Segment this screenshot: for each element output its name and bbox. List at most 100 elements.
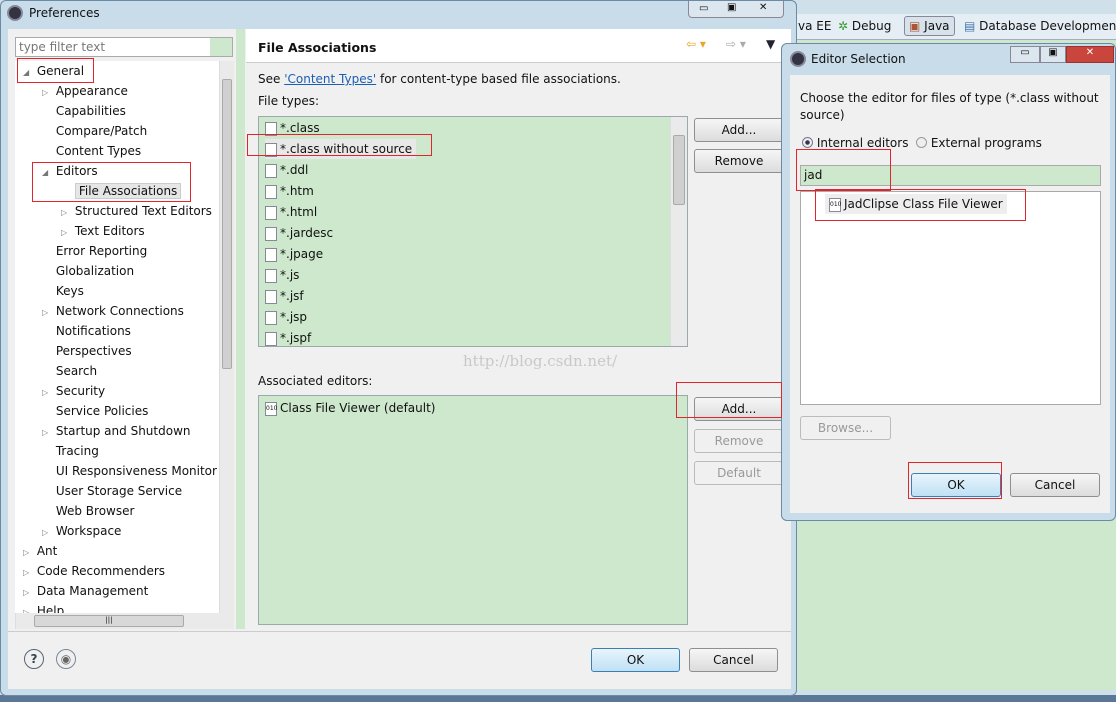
tree-item[interactable]: Globalization — [42, 261, 134, 281]
filter-input[interactable]: type filter text — [15, 37, 233, 57]
import-export-icon[interactable]: ◉ — [56, 649, 76, 669]
tree-item[interactable]: ▷ Security — [42, 381, 105, 401]
file-type-item[interactable]: *.jsp — [265, 307, 307, 327]
file-type-item[interactable]: *.jspf — [265, 328, 312, 346]
default-editor-button[interactable]: Default — [694, 461, 784, 485]
collapsed-icon[interactable]: ▷ — [42, 83, 52, 103]
tree-item[interactable]: Web Browser — [42, 501, 135, 521]
tree-item-label: Workspace — [55, 524, 122, 538]
tree-item[interactable]: ▷ Code Recommenders — [23, 561, 165, 581]
internal-editors-radio[interactable]: Internal editors — [802, 136, 908, 150]
file-type-item[interactable]: *.jsf — [265, 286, 304, 306]
browse-button[interactable]: Browse... — [800, 416, 891, 440]
collapsed-icon[interactable]: ▷ — [42, 423, 52, 443]
file-type-item[interactable]: *.jardesc — [265, 223, 333, 243]
back-icon[interactable]: ⇦ ▾ — [686, 37, 706, 51]
tree-item[interactable]: UI Responsiveness Monitor — [42, 461, 217, 481]
collapsed-icon[interactable]: ▷ — [42, 523, 52, 543]
tree-item[interactable]: Tracing — [42, 441, 99, 461]
class-file-icon: 010 — [265, 401, 277, 416]
collapsed-icon[interactable]: ▷ — [23, 563, 33, 583]
tree-item[interactable]: Error Reporting — [42, 241, 147, 261]
tree-item[interactable]: Notifications — [42, 321, 131, 341]
watermark: http://blog.csdn.net/ — [463, 352, 618, 370]
tree-item[interactable]: ▷ Text Editors — [61, 221, 145, 241]
forward-icon[interactable]: ⇨ ▾ — [726, 37, 746, 51]
sash[interactable] — [236, 29, 245, 629]
tree-item-label: User Storage Service — [55, 484, 183, 498]
add-file-type-button[interactable]: Add... — [694, 118, 784, 142]
help-icon[interactable]: ? — [24, 649, 44, 669]
editor-cancel-button[interactable]: Cancel — [1010, 473, 1100, 497]
minimize-button[interactable]: ▭ — [1010, 46, 1040, 63]
tree-item-label: Appearance — [55, 84, 128, 98]
close-button[interactable]: ✕ — [1066, 46, 1114, 63]
file-type-label: *.js — [280, 268, 300, 282]
remove-editor-button[interactable]: Remove — [694, 429, 784, 453]
file-type-label: *.jspf — [280, 331, 312, 345]
content-types-link[interactable]: 'Content Types' — [284, 72, 376, 86]
tree-item-label: Notifications — [55, 324, 131, 338]
tree-item[interactable]: ▷ Startup and Shutdown — [42, 421, 190, 441]
file-icon — [265, 163, 277, 178]
collapsed-icon[interactable]: ▷ — [42, 383, 52, 403]
perspective-javaee[interactable]: va EE — [798, 19, 831, 33]
maximize-button[interactable]: ▣ — [727, 2, 736, 13]
editor-selection-title: Editor Selection — [811, 52, 906, 66]
tree-item[interactable]: Content Types — [42, 141, 141, 161]
collapsed-icon[interactable]: ▷ — [23, 583, 33, 603]
tree-item[interactable]: ▷ Appearance — [42, 81, 128, 101]
collapsed-icon[interactable]: ▷ — [61, 223, 71, 243]
clear-filter-icon[interactable] — [210, 38, 232, 56]
file-types-scrollbar[interactable] — [670, 117, 687, 346]
minimize-button[interactable]: ▭ — [699, 3, 708, 14]
tree-item[interactable]: Keys — [42, 281, 84, 301]
bug-icon: ✲ — [838, 19, 849, 33]
ok-button[interactable]: OK — [591, 648, 680, 672]
file-icon — [265, 226, 277, 241]
tree-item[interactable]: Perspectives — [42, 341, 132, 361]
perspective-debug[interactable]: ✲ Debug — [838, 19, 891, 33]
perspective-database[interactable]: ▤ Database Developmen — [964, 19, 1116, 33]
tree-item[interactable]: User Storage Service — [42, 481, 182, 501]
tree-item[interactable]: ▷ Structured Text Editors — [61, 201, 212, 221]
external-programs-radio[interactable]: External programs — [916, 136, 1042, 150]
cancel-button[interactable]: Cancel — [689, 648, 778, 672]
editor-window-controls: ▭ ▣ ✕ — [1010, 46, 1114, 64]
file-icon — [265, 205, 277, 220]
preferences-app-icon — [7, 5, 23, 21]
tree-item-label: Capabilities — [55, 104, 126, 118]
collapsed-icon[interactable]: ▷ — [23, 543, 33, 563]
radio-unchecked-icon — [916, 137, 927, 148]
view-menu-icon[interactable]: ▼ — [766, 37, 775, 51]
tree-item-label: UI Responsiveness Monitor — [55, 464, 217, 478]
tree-item[interactable]: ▷ Data Management — [23, 581, 148, 601]
file-type-item[interactable]: *.jpage — [265, 244, 323, 264]
file-type-label: *.jpage — [280, 247, 324, 261]
tree-item[interactable]: Compare/Patch — [42, 121, 147, 141]
remove-file-type-button[interactable]: Remove — [694, 149, 784, 173]
tree-item[interactable]: Search — [42, 361, 97, 381]
collapsed-icon[interactable]: ▷ — [61, 203, 71, 223]
tree-item[interactable]: ▷ Network Connections — [42, 301, 184, 321]
file-icon — [265, 268, 277, 283]
maximize-button[interactable]: ▣ — [1040, 46, 1066, 63]
close-button[interactable]: ✕ — [759, 2, 767, 13]
associated-editor-item[interactable]: 010 Class File Viewer (default) — [265, 398, 435, 418]
file-type-item[interactable]: *.htm — [265, 181, 314, 201]
tree-vertical-scrollbar[interactable] — [219, 61, 234, 613]
file-icon — [265, 331, 277, 346]
file-type-item[interactable]: *.js — [265, 265, 299, 285]
editor-selection-app-icon — [790, 51, 806, 67]
tree-item[interactable]: Service Policies — [42, 401, 149, 421]
perspective-java[interactable]: ▣ Java — [904, 16, 955, 36]
database-icon: ▤ — [964, 19, 976, 33]
tree-item[interactable]: Capabilities — [42, 101, 126, 121]
tree-item[interactable]: ▷ Workspace — [42, 521, 121, 541]
file-type-item[interactable]: *.ddl — [265, 160, 308, 180]
collapsed-icon[interactable]: ▷ — [42, 303, 52, 323]
tree-item-label: Code Recommenders — [36, 564, 166, 578]
file-type-item[interactable]: *.html — [265, 202, 317, 222]
tree-item[interactable]: ▷ Ant — [23, 541, 57, 561]
tree-horizontal-scrollbar[interactable]: ||| — [15, 613, 234, 629]
